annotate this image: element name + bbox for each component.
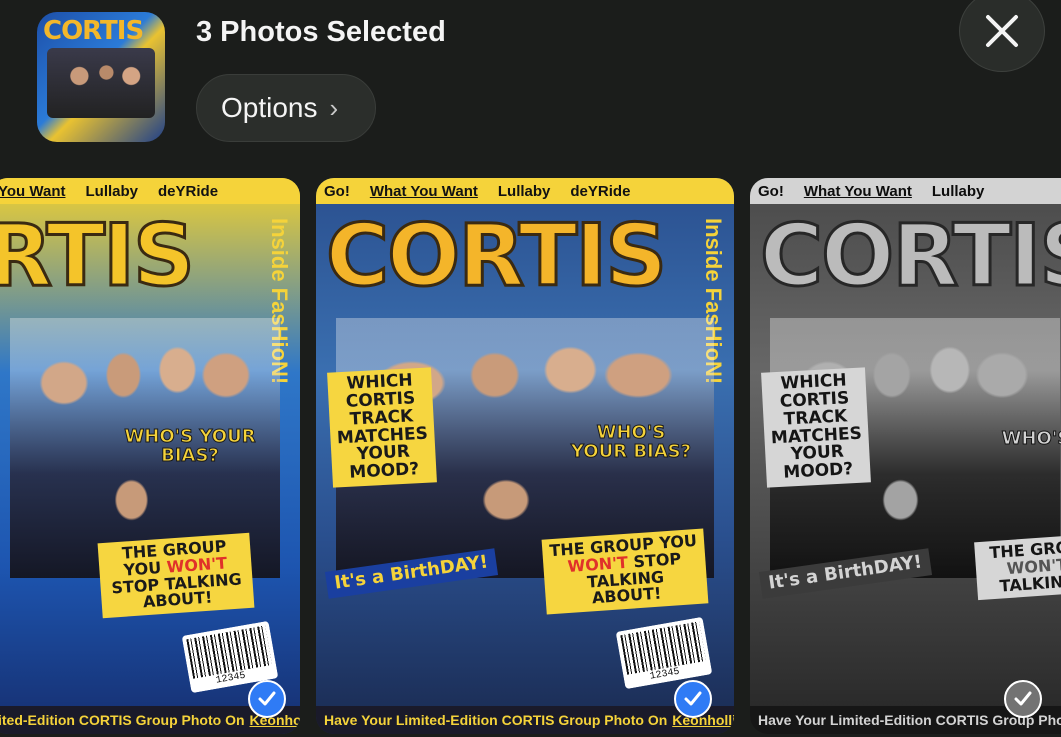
selected-check-icon[interactable] <box>1004 680 1042 718</box>
chevron-right-icon: › <box>329 92 339 123</box>
cover-topband: You Want Lullaby deYRide <box>0 178 300 204</box>
group-sticker: THE GROUP YOU WON'T STOP TALKING ABOUT! <box>97 532 255 619</box>
group-sticker: THE GROUP YOU WON'T STOP TALKING ABOUT! <box>541 528 709 615</box>
page-title: 3 Photos Selected <box>196 16 446 48</box>
cover-masthead: RTIS <box>0 205 196 308</box>
selected-check-icon[interactable] <box>674 680 712 718</box>
topband-item: Go! <box>324 182 350 200</box>
bias-sticker: WHO'S <box>1001 428 1061 449</box>
topband-item: Lullaby <box>497 182 551 200</box>
barcode-number: 12345 <box>215 670 247 687</box>
group-sticker: THE GROU WON'T TALKING <box>974 533 1061 601</box>
topband-item: deYRide <box>570 182 631 200</box>
bottomband-text: ited-Edition CORTIS Group Photo On <box>0 712 245 728</box>
selection-header: CORTIS 3 Photos Selected Options › <box>0 0 1061 170</box>
topband-item: You Want <box>0 182 66 200</box>
cover-masthead: CORTIS <box>324 205 668 308</box>
photo-strip[interactable]: You Want Lullaby deYRide RTIS Inside Fas… <box>0 176 1061 737</box>
cover-topband: Go! What You Want Lullaby <box>750 178 1061 204</box>
bias-sticker: WHO'S YOUR BIAS? <box>570 422 692 462</box>
topband-item: Lullaby <box>931 182 985 200</box>
bottomband-text: Have Your Limited-Edition CORTIS Group P… <box>324 712 668 728</box>
options-button[interactable]: Options › <box>196 74 376 142</box>
mood-sticker: WHICH CORTIS TRACK MATCHES YOUR MOOD? <box>327 367 437 488</box>
barcode-number: 12345 <box>649 666 681 683</box>
thumbnail-title: CORTIS <box>43 16 144 46</box>
topband-item: What You Want <box>803 182 912 200</box>
selected-check-icon[interactable] <box>248 680 286 718</box>
thumbnail-image <box>47 48 155 118</box>
photo-card[interactable]: You Want Lullaby deYRide RTIS Inside Fas… <box>0 178 300 734</box>
close-icon <box>986 15 1018 47</box>
cover-bottomband: Have Your Limited-Edition CORTIS Group P… <box>316 706 734 734</box>
photo-card[interactable]: Go! What You Want Lullaby CORTIS WHICH C… <box>750 178 1061 734</box>
topband-item: Go! <box>758 182 784 200</box>
cover-masthead: CORTIS <box>758 205 1061 308</box>
photo-card[interactable]: Go! What You Want Lullaby deYRide CORTIS… <box>316 178 734 734</box>
mood-sticker: WHICH CORTIS TRACK MATCHES YOUR MOOD? <box>761 367 871 488</box>
close-button[interactable] <box>959 0 1045 72</box>
selection-thumbnail[interactable]: CORTIS <box>37 12 165 142</box>
topband-item: deYRide <box>158 182 219 200</box>
cover-topband: Go! What You Want Lullaby deYRide <box>316 178 734 204</box>
topband-item: Lullaby <box>85 182 139 200</box>
topband-item: What You Want <box>369 182 478 200</box>
bias-sticker: WHO'S YOUR BIAS? <box>124 426 256 466</box>
options-label: Options <box>221 92 318 123</box>
